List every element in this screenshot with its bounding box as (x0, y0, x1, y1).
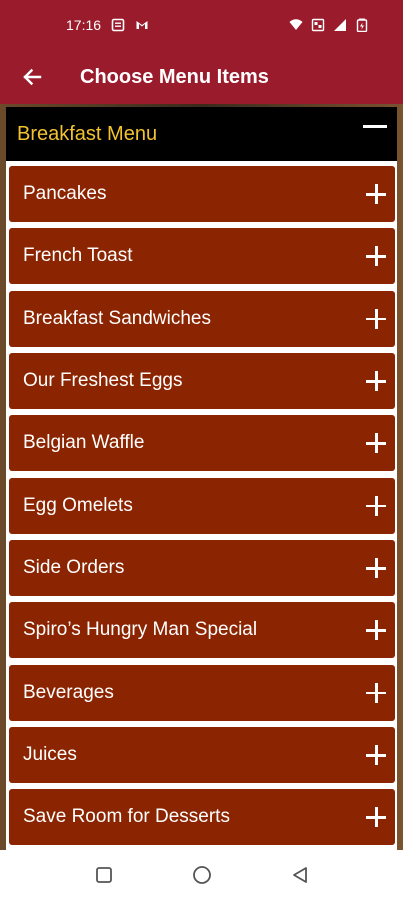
menu-item-label: Breakfast Sandwiches (23, 307, 211, 329)
plus-icon[interactable] (366, 308, 386, 329)
menu-item-label: Beverages (23, 681, 114, 703)
section-header-breakfast[interactable]: Breakfast Menu (6, 107, 397, 161)
home-icon (192, 866, 211, 884)
menu-item-list: Pancakes French Toast Breakfast Sandwich… (9, 166, 395, 850)
back-button[interactable] (0, 50, 64, 104)
collapse-icon[interactable] (363, 124, 387, 128)
menu-content[interactable]: Breakfast Menu Pancakes French Toast Bre… (0, 104, 403, 850)
menu-item-label: Pancakes (23, 183, 107, 204)
data-icon (311, 18, 325, 32)
status-bar: 17:16 (0, 0, 403, 50)
menu-item-label: Egg Omelets (23, 494, 133, 516)
menu-item[interactable]: Breakfast Sandwiches (9, 290, 395, 347)
plus-icon[interactable] (366, 682, 386, 703)
system-nav-bar (0, 850, 403, 900)
status-right (289, 18, 369, 32)
home-button[interactable] (192, 865, 212, 885)
plus-icon[interactable] (366, 371, 386, 392)
menu-item-label: Save Room for Desserts (23, 806, 230, 828)
plus-icon[interactable] (366, 495, 386, 516)
menu-item-label: Side Orders (23, 557, 125, 579)
back-icon (292, 867, 307, 883)
menu-item[interactable]: Our Freshest Eggs (9, 353, 395, 410)
menu-item-label: Spiro’s Hungry Man Special (23, 619, 258, 641)
menu-item[interactable]: Side Orders (9, 540, 395, 597)
battery-icon (356, 18, 368, 32)
menu-item[interactable]: Pancakes (9, 166, 395, 222)
menu-panel: Breakfast Menu Pancakes French Toast Bre… (6, 107, 397, 850)
status-left: 17:16 (66, 17, 149, 33)
wifi-icon (289, 19, 303, 30)
menu-item-label: Juices (23, 744, 77, 766)
system-back-button[interactable] (290, 865, 310, 885)
menu-item[interactable]: French Toast (9, 228, 395, 285)
menu-item-label: Belgian Waffle (23, 432, 145, 454)
signal-icon (334, 19, 346, 31)
app-bar: Choose Menu Items (0, 50, 403, 104)
plus-icon[interactable] (366, 807, 386, 828)
menu-item-label: Our Freshest Eggs (23, 370, 183, 392)
menu-item[interactable]: Belgian Waffle (9, 415, 395, 472)
menu-item[interactable]: Juices (9, 727, 395, 784)
gmail-icon (136, 21, 148, 29)
recents-button[interactable] (94, 865, 114, 885)
plus-icon[interactable] (366, 558, 386, 579)
section-title: Breakfast Menu (17, 122, 158, 145)
plus-icon[interactable] (366, 433, 386, 454)
recents-icon (95, 867, 112, 883)
menu-item[interactable]: Egg Omelets (9, 477, 395, 534)
plus-icon[interactable] (366, 246, 386, 267)
arrow-left-icon (23, 68, 42, 86)
menu-item[interactable]: Save Room for Desserts (9, 789, 395, 846)
menu-item[interactable]: Spiro’s Hungry Man Special (9, 602, 395, 659)
plus-icon[interactable] (366, 620, 386, 641)
menu-item[interactable]: Beverages (9, 664, 395, 721)
page-title: Choose Menu Items (80, 65, 269, 88)
menu-item-label: French Toast (23, 245, 133, 267)
plus-icon[interactable] (366, 184, 386, 204)
notes-icon (111, 18, 125, 32)
plus-icon[interactable] (366, 745, 386, 766)
status-time: 17:16 (66, 17, 102, 33)
